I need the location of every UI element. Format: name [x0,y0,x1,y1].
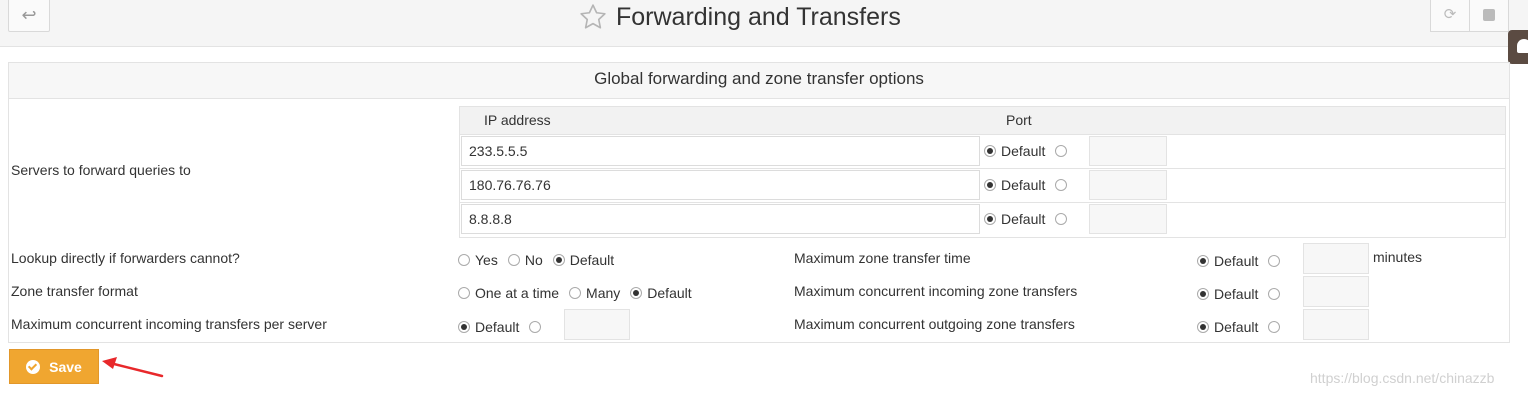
max-time-custom-radio[interactable] [1268,255,1281,267]
save-button[interactable]: Save [9,349,99,384]
max-outgoing-radio-group: Default [1197,319,1285,335]
format-many-radio[interactable] [569,287,582,299]
save-label: Save [49,358,82,375]
back-button[interactable]: ↩ [8,0,50,32]
port-default-label: Default [1001,177,1046,193]
port-custom-radio[interactable] [1055,213,1068,225]
lookup-no-label: No [524,252,543,268]
title-area: Forwarding and Transfers [578,0,901,34]
refresh-button[interactable]: ⟳ [1430,0,1470,32]
per-server-default-radio[interactable] [458,321,470,333]
port-radio-group: Default [984,177,1072,193]
forwarders-table-header: IP address Port [460,107,1505,135]
table-row: Default [460,135,1505,169]
port-input[interactable] [1089,170,1167,200]
port-input[interactable] [1089,204,1167,234]
per-server-input[interactable] [564,309,630,340]
notification-tab[interactable] [1508,30,1528,64]
table-row: Default [460,203,1505,237]
format-one-label: One at a time [475,285,560,301]
max-time-label: Maximum zone transfer time [794,250,971,266]
port-default-radio[interactable] [984,179,996,191]
max-incoming-custom-radio[interactable] [1268,288,1281,300]
lookup-yes-label: Yes [475,252,498,268]
lookup-no-radio[interactable] [507,254,520,266]
lookup-default-label: Default [569,252,615,268]
max-time-default-radio[interactable] [1197,255,1209,267]
port-default-label: Default [1001,211,1046,227]
star-icon[interactable] [578,2,608,32]
forwarders-label: Servers to forward queries to [11,162,191,178]
forwarders-table: IP address Port Default Default Default [459,106,1506,238]
zone-format-label: Zone transfer format [11,283,138,299]
max-incoming-default-radio[interactable] [1197,288,1209,300]
max-incoming-default-label: Default [1214,286,1259,302]
max-time-unit: minutes [1373,249,1423,265]
port-default-radio[interactable] [984,145,996,157]
top-bar: ↩ Forwarding and Transfers ⟳ [0,0,1528,47]
max-outgoing-default-label: Default [1214,319,1259,335]
lookup-direct-label: Lookup directly if forwarders cannot? [11,250,240,266]
zone-format-radio-group: One at a time Many Default [458,285,702,301]
table-row: Default [460,169,1505,203]
max-per-server-label: Maximum concurrent incoming transfers pe… [11,316,327,332]
lookup-yes-radio[interactable] [458,254,470,266]
port-radio-group: Default [984,143,1072,159]
annotation-arrow-icon [102,357,164,378]
max-outgoing-label: Maximum concurrent outgoing zone transfe… [794,316,1075,332]
max-outgoing-default-radio[interactable] [1197,321,1209,333]
per-server-custom-radio[interactable] [529,321,542,333]
port-default-radio[interactable] [984,213,996,225]
format-default-label: Default [647,285,692,301]
max-outgoing-input[interactable] [1303,309,1369,340]
lookup-default-radio[interactable] [552,254,565,266]
page-title: Forwarding and Transfers [616,2,901,31]
max-incoming-input[interactable] [1303,276,1369,307]
stop-icon [1483,9,1495,22]
max-incoming-radio-group: Default [1197,286,1285,302]
format-one-radio[interactable] [458,287,470,299]
stop-button[interactable] [1469,0,1509,32]
format-default-radio[interactable] [630,287,643,299]
port-custom-radio[interactable] [1055,179,1068,191]
lookup-direct-radio-group: Yes No Default [458,252,624,268]
check-circle-icon [26,359,41,374]
port-default-label: Default [1001,143,1046,159]
max-incoming-label: Maximum concurrent incoming zone transfe… [794,283,1078,299]
port-input[interactable] [1089,136,1167,166]
max-time-radio-group: Default [1197,253,1285,269]
back-arrow-icon: ↩ [21,5,37,25]
ip-address-input[interactable] [461,170,980,200]
bell-icon [1517,39,1528,53]
port-custom-radio[interactable] [1055,145,1068,157]
ip-column-header: IP address [484,112,551,128]
watermark-text: https://blog.csdn.net/chinazzb [1310,370,1495,386]
ip-address-input[interactable] [461,136,980,166]
port-column-header: Port [1006,112,1032,128]
panel-heading: Global forwarding and zone transfer opti… [9,63,1509,99]
max-time-default-label: Default [1214,253,1259,269]
max-time-input[interactable] [1303,243,1369,274]
max-per-server-radio-group: Default [458,319,546,335]
format-many-label: Many [586,285,621,301]
max-outgoing-custom-radio[interactable] [1268,321,1281,333]
refresh-icon: ⟳ [1443,6,1457,23]
ip-address-input[interactable] [461,204,980,234]
port-radio-group: Default [984,211,1072,227]
per-server-default-label: Default [475,319,520,335]
